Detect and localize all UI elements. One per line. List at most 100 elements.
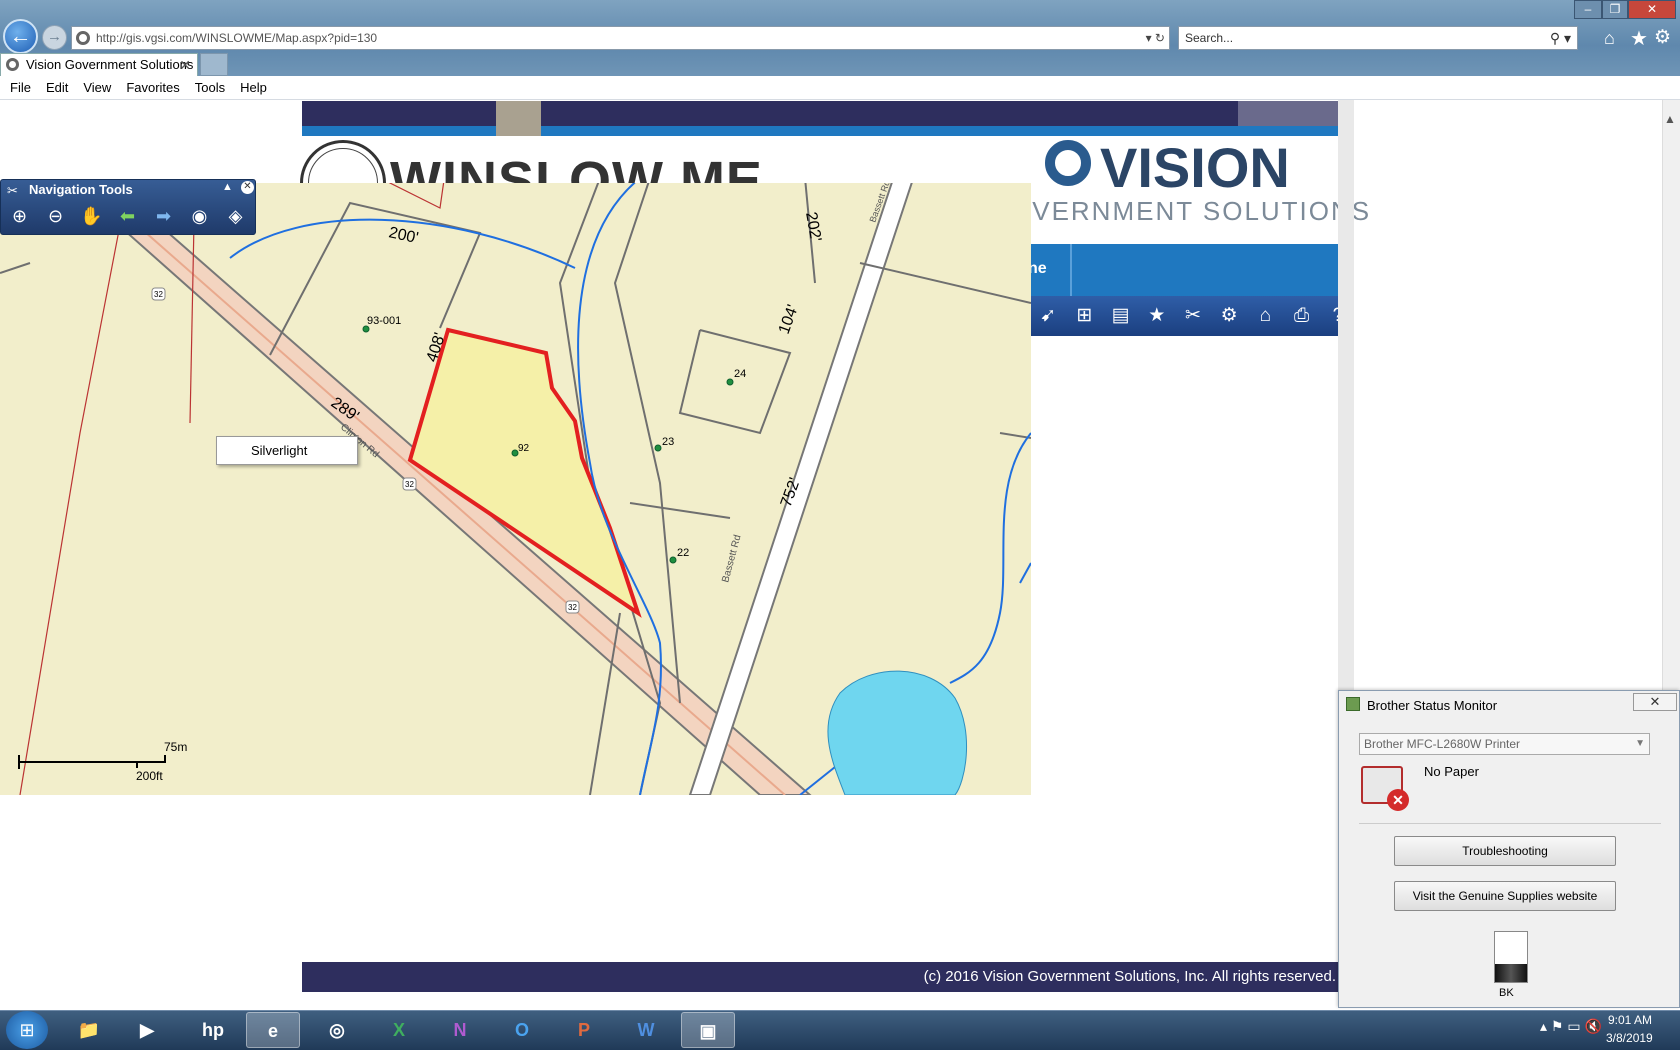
select-cursor-icon[interactable]: ➹ <box>1034 301 1062 331</box>
zoom-out-icon[interactable]: ⊖ <box>39 200 72 232</box>
browser-tab[interactable]: Vision Government Solutions ✕ <box>0 53 198 76</box>
tab-close-icon[interactable]: ✕ <box>179 54 191 76</box>
file-explorer-icon[interactable]: 📁 <box>62 1012 116 1048</box>
search-input[interactable]: Search... ⚲ ▾ <box>1178 26 1578 50</box>
search-placeholder: Search... <box>1185 31 1234 45</box>
internet-explorer-icon[interactable]: e <box>246 1012 300 1048</box>
vision-logo-icon <box>1045 140 1091 186</box>
powerpoint-icon[interactable]: P <box>557 1012 611 1048</box>
close-icon[interactable]: ✕ <box>241 181 254 194</box>
menu-bar: File Edit View Favorites Tools Help <box>0 76 1680 100</box>
map-canvas[interactable]: 93-001 92 24 23 22 200' 408' 289' 202' 1… <box>0 183 1031 795</box>
status-monitor-close-button[interactable]: ✕ <box>1633 693 1677 711</box>
content-area <box>1030 336 1336 736</box>
print-icon[interactable]: ⎙ <box>1288 301 1316 331</box>
browser-scrollbar[interactable] <box>1662 100 1680 690</box>
chevron-down-icon: ▼ <box>1635 738 1645 749</box>
brother-status-monitor-window: Brother Status Monitor ✕ Brother MFC-L26… <box>1338 690 1680 1008</box>
printer-select[interactable]: Brother MFC-L2680W Printer ▼ <box>1359 733 1650 755</box>
tab-page-icon <box>6 58 19 71</box>
navigation-tools-title: Navigation Tools <box>29 182 133 197</box>
start-button[interactable]: ⊞ <box>6 1011 48 1049</box>
scale-meters-label: 75m <box>164 740 188 754</box>
back-arrow-icon[interactable]: ⬅ <box>111 200 144 232</box>
status-monitor-title: Brother Status Monitor <box>1367 698 1498 713</box>
parcel-label: 92 <box>518 443 530 454</box>
scroll-up-icon[interactable]: ▲ <box>1664 112 1676 126</box>
clock-date[interactable]: 3/8/2019 <box>1606 1031 1653 1045</box>
search-icon[interactable]: ⚲ ▾ <box>1550 27 1571 49</box>
menu-edit[interactable]: Edit <box>46 76 68 99</box>
header-decoration <box>496 101 541 136</box>
route-shield-label: 32 <box>405 480 414 489</box>
media-player-icon[interactable]: ▶ <box>120 1012 174 1048</box>
menu-tools[interactable]: Tools <box>195 76 225 99</box>
menu-help[interactable]: Help <box>240 76 267 99</box>
forward-button[interactable]: → <box>42 25 67 50</box>
menu-favorites[interactable]: Favorites <box>126 76 179 99</box>
divider <box>1359 823 1661 824</box>
genuine-supplies-button[interactable]: Visit the Genuine Supplies website <box>1394 881 1616 911</box>
new-tab-button[interactable] <box>200 53 228 76</box>
zoom-in-icon[interactable]: ⊕ <box>3 200 36 232</box>
tools-icon: ✂ <box>7 183 18 198</box>
vision-logo-text: VISION <box>1100 136 1290 199</box>
window-maximize-button[interactable]: ❐ <box>1602 0 1628 19</box>
settings-icon[interactable]: ⚙ <box>1215 301 1243 331</box>
printer-status-text: No Paper <box>1424 764 1479 779</box>
back-button[interactable]: ← <box>3 19 38 54</box>
scale-bar-tick <box>18 755 20 769</box>
status-monitor-icon <box>1346 697 1360 711</box>
route-shield-label: 32 <box>154 290 163 299</box>
tools-icon[interactable]: ✂ <box>1179 301 1207 331</box>
scale-bar <box>18 761 166 763</box>
clock-time[interactable]: 9:01 AM <box>1608 1013 1652 1027</box>
navigation-tools-panel[interactable]: ✂ Navigation Tools ▲ ✕ ⊕ ⊖ ✋ ⬅ ➡ ◉ ◈ <box>0 179 256 235</box>
site-header-stripe <box>302 126 1352 136</box>
printer-select-value: Brother MFC-L2680W Printer <box>1364 737 1521 751</box>
layers-icon[interactable]: ◈ <box>219 200 252 232</box>
map-toolbar: ➹ ⊞ ▤ ★ ✂ ⚙ ⌂ ⎙ ? <box>1030 296 1352 336</box>
pan-hand-icon[interactable]: ✋ <box>75 200 108 232</box>
window-minimize-button[interactable]: – <box>1574 0 1602 19</box>
silverlight-context-menu-item[interactable]: Silverlight <box>216 436 358 465</box>
brother-monitor-icon[interactable]: ▣ <box>681 1012 735 1048</box>
window-close-button[interactable]: ✕ <box>1628 0 1676 19</box>
home-icon[interactable]: ⌂ <box>1604 28 1615 49</box>
troubleshooting-button[interactable]: Troubleshooting <box>1394 836 1616 866</box>
header-decoration-right <box>1238 101 1352 126</box>
parcel-label: 23 <box>662 436 674 448</box>
refresh-icon[interactable]: ▾ ↻ <box>1146 27 1165 49</box>
tab-title: Vision Government Solutions <box>26 57 194 72</box>
parcel-label: 22 <box>677 547 689 559</box>
measure-icon[interactable]: ⊞ <box>1070 301 1098 331</box>
full-extent-globe-icon[interactable]: ◉ <box>183 200 216 232</box>
site-footer: (c) 2016 Vision Government Solutions, In… <box>302 962 1338 992</box>
word-icon[interactable]: W <box>619 1012 673 1048</box>
forward-arrow-icon[interactable]: ➡ <box>147 200 180 232</box>
chrome-icon[interactable]: ◎ <box>310 1012 364 1048</box>
site-header-band <box>302 101 1352 126</box>
menu-file[interactable]: File <box>10 76 31 99</box>
ink-level-gauge <box>1494 931 1528 983</box>
gis-map[interactable]: 93-001 92 24 23 22 200' 408' 289' 202' 1… <box>0 183 1031 795</box>
pond <box>827 670 967 795</box>
outlook-icon[interactable]: O <box>495 1012 549 1048</box>
hp-icon[interactable]: hp <box>186 1012 240 1048</box>
parcel-point <box>654 444 662 452</box>
menu-view[interactable]: View <box>83 76 111 99</box>
parcel-label: 24 <box>734 368 746 380</box>
collapse-icon[interactable]: ▲ <box>222 181 233 193</box>
gear-icon[interactable]: ⚙ <box>1654 26 1671 49</box>
home-icon[interactable]: ⌂ <box>1251 301 1279 331</box>
bookmark-star-icon[interactable]: ★ <box>1143 301 1171 331</box>
navigation-tools-row: ⊕ ⊖ ✋ ⬅ ➡ ◉ ◈ <box>3 200 253 234</box>
route-shield-label: 32 <box>568 603 577 612</box>
onenote-icon[interactable]: N <box>433 1012 487 1048</box>
favorites-star-icon[interactable]: ★ <box>1630 26 1648 51</box>
address-bar[interactable]: http://gis.vgsi.com/WINSLOWME/Map.aspx?p… <box>71 26 1170 50</box>
parcel-point <box>669 556 677 564</box>
excel-icon[interactable]: X <box>372 1012 426 1048</box>
system-tray-icons[interactable]: ▴ ⚑ ▭ 🔇 <box>1540 1018 1602 1035</box>
book-icon[interactable]: ▤ <box>1106 301 1134 331</box>
